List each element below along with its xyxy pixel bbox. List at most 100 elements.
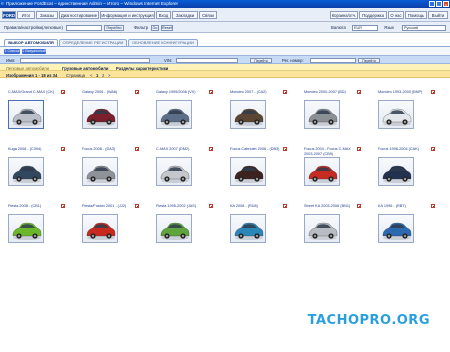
visual-view-button[interactable]: 2 Визуальный: [22, 48, 46, 54]
car-card-title[interactable]: C-MAX 2007 (DM2): [153, 147, 223, 157]
car-card[interactable]: Street KA 2003-2006 (BN1): [301, 204, 371, 250]
car-card-title[interactable]: Mondeo 2007 - (CA2): [227, 90, 297, 100]
nav-logout[interactable]: Выйти: [428, 10, 448, 19]
pdf-icon[interactable]: [135, 90, 139, 94]
prev-page-button[interactable]: <: [90, 73, 92, 78]
vin-search-input[interactable]: [66, 24, 102, 31]
car-thumbnail[interactable]: [82, 157, 118, 186]
car-card[interactable]: Focus 1998-2004 (CAK): [375, 147, 445, 193]
car-card-title[interactable]: Galaxy 2006 - (WA6): [79, 90, 149, 100]
nav-cart[interactable]: Корзина/отч.: [330, 10, 358, 19]
car-card-title[interactable]: Fiesta/Fusion 2001 - (JJ2): [79, 204, 149, 214]
nav-bookmarks[interactable]: Закладки: [172, 10, 198, 19]
car-card[interactable]: C-MAX 2007 (DM2): [153, 147, 223, 193]
car-thumbnail[interactable]: [304, 100, 340, 129]
pdf-icon[interactable]: [135, 204, 139, 208]
nav-help[interactable]: Помощь: [405, 10, 427, 19]
pdf-icon[interactable]: [209, 204, 213, 208]
car-thumbnail[interactable]: [8, 100, 44, 129]
pdf-icon[interactable]: [431, 90, 435, 94]
car-card-title[interactable]: C-MAX/Grand C-MAX (CK): [5, 90, 75, 100]
car-card[interactable]: Kuga 2008 - (C394): [5, 147, 75, 193]
vin-submit-button[interactable]: Перейти: [250, 57, 272, 63]
car-thumbnail[interactable]: [378, 157, 414, 186]
car-card[interactable]: Focus Cabriolet 2006 - (DB3): [227, 147, 297, 193]
car-thumbnail[interactable]: [82, 100, 118, 129]
car-thumbnail[interactable]: [156, 214, 192, 243]
car-card-title[interactable]: Fiesta 2008 - (CB1): [5, 204, 75, 214]
car-card-title[interactable]: Galaxy 1995/2006 (VX): [153, 90, 223, 100]
pdf-icon[interactable]: [61, 90, 65, 94]
nav-information[interactable]: Информация и инструкция: [100, 10, 155, 19]
filter-go-button[interactable]: Go: [151, 24, 159, 31]
car-thumbnail[interactable]: [156, 100, 192, 129]
pdf-icon[interactable]: [283, 204, 287, 208]
nav-diagnostics[interactable]: Диагностирование: [59, 10, 99, 19]
car-card[interactable]: Fiesta/Fusion 2001 - (JJ2): [79, 204, 149, 250]
reg-submit-button[interactable]: Перейти: [358, 57, 380, 63]
currency-select[interactable]: EUR: [352, 24, 378, 31]
nav-orders[interactable]: Заказы: [36, 10, 58, 19]
car-thumbnail[interactable]: [378, 214, 414, 243]
car-thumbnail[interactable]: [230, 100, 266, 129]
car-thumbnail[interactable]: [8, 157, 44, 186]
car-card-title[interactable]: Mondeo 2000-2007 (BD): [301, 90, 371, 100]
pdf-icon[interactable]: [61, 204, 65, 208]
car-card[interactable]: KA 1996 - (RBT): [375, 204, 445, 250]
car-card[interactable]: Galaxy 2006 - (WA6): [79, 90, 149, 136]
pdf-icon[interactable]: [209, 90, 213, 94]
car-card[interactable]: Mondeo 2007 - (CA2): [227, 90, 297, 136]
nav-login[interactable]: Вход: [156, 10, 171, 19]
nav-about[interactable]: О нас: [388, 10, 404, 19]
car-thumbnail[interactable]: [304, 157, 340, 186]
minimize-button[interactable]: _: [429, 1, 435, 7]
car-card[interactable]: C-MAX/Grand C-MAX (CK): [5, 90, 75, 136]
tab-trucks[interactable]: Грузовые автомобили: [62, 66, 109, 71]
car-thumbnail[interactable]: [230, 214, 266, 243]
car-thumbnail[interactable]: [304, 214, 340, 243]
car-card[interactable]: Fiesta 2008 - (CB1): [5, 204, 75, 250]
car-card-title[interactable]: Fiesta 1995-2002 (JAS): [153, 204, 223, 214]
car-card[interactable]: Focus 2008 - (DA3): [79, 147, 149, 193]
car-card-title[interactable]: Street KA 2003-2006 (BN1): [301, 204, 371, 214]
car-card-title[interactable]: Focus 2008 - (DA3): [79, 147, 149, 157]
nav-support[interactable]: Поддержка: [359, 10, 387, 19]
pdf-icon[interactable]: [431, 204, 435, 208]
car-card[interactable]: Fiesta 1995-2002 (JAS): [153, 204, 223, 250]
vin-input[interactable]: [176, 57, 238, 63]
car-card-title[interactable]: Focus 1998-2004 (CAK): [375, 147, 445, 157]
maximize-button[interactable]: □: [436, 1, 442, 7]
next-page-button[interactable]: >: [108, 73, 110, 78]
car-thumbnail[interactable]: [156, 157, 192, 186]
car-card[interactable]: Mondeo 2000-2007 (BD): [301, 90, 371, 136]
tab-characteristics[interactable]: Разделы характеристики: [116, 66, 168, 71]
pdf-icon[interactable]: [61, 147, 65, 151]
car-card-title[interactable]: Focus 2004 - Focus C-MAX 2003-2007 (CB9): [301, 147, 371, 157]
pdf-icon[interactable]: [431, 147, 435, 151]
nav-home[interactable]: Итог: [17, 10, 35, 19]
tab-registration[interactable]: ОПРЕДЕЛЕНИЕ РЕГИСТРАЦИИ: [59, 39, 127, 46]
pdf-icon[interactable]: [357, 147, 361, 151]
tab-configuration[interactable]: ОБНОВЛЕНИЕ КОНФИГУРАЦИИ: [128, 39, 198, 46]
car-thumbnail[interactable]: [82, 214, 118, 243]
car-card-title[interactable]: Mondeo 1993-2000 (BNP): [375, 90, 445, 100]
vin-go-button[interactable]: Перейти: [104, 24, 124, 31]
pdf-icon[interactable]: [135, 147, 139, 151]
car-card[interactable]: Mondeo 1993-2000 (BNP): [375, 90, 445, 136]
car-card[interactable]: Focus 2004 - Focus C-MAX 2003-2007 (CB9): [301, 147, 371, 193]
language-select[interactable]: Русский: [402, 24, 446, 31]
car-card-title[interactable]: KA 1996 - (RBT): [375, 204, 445, 214]
pdf-icon[interactable]: [283, 90, 287, 94]
car-thumbnail[interactable]: [230, 157, 266, 186]
page-2-link[interactable]: 2: [102, 73, 104, 78]
reg-number-input[interactable]: [310, 57, 356, 63]
car-thumbnail[interactable]: [378, 100, 414, 129]
name-input[interactable]: [20, 57, 150, 63]
pdf-icon[interactable]: [209, 147, 213, 151]
car-card-title[interactable]: Kuga 2008 - (C394): [5, 147, 75, 157]
pdf-icon[interactable]: [283, 147, 287, 151]
car-card[interactable]: Galaxy 1995/2006 (VX): [153, 90, 223, 136]
car-card-title[interactable]: Focus Cabriolet 2006 - (DB3): [227, 147, 297, 157]
ford-logo[interactable]: FORD: [2, 10, 16, 19]
pdf-icon[interactable]: [357, 90, 361, 94]
